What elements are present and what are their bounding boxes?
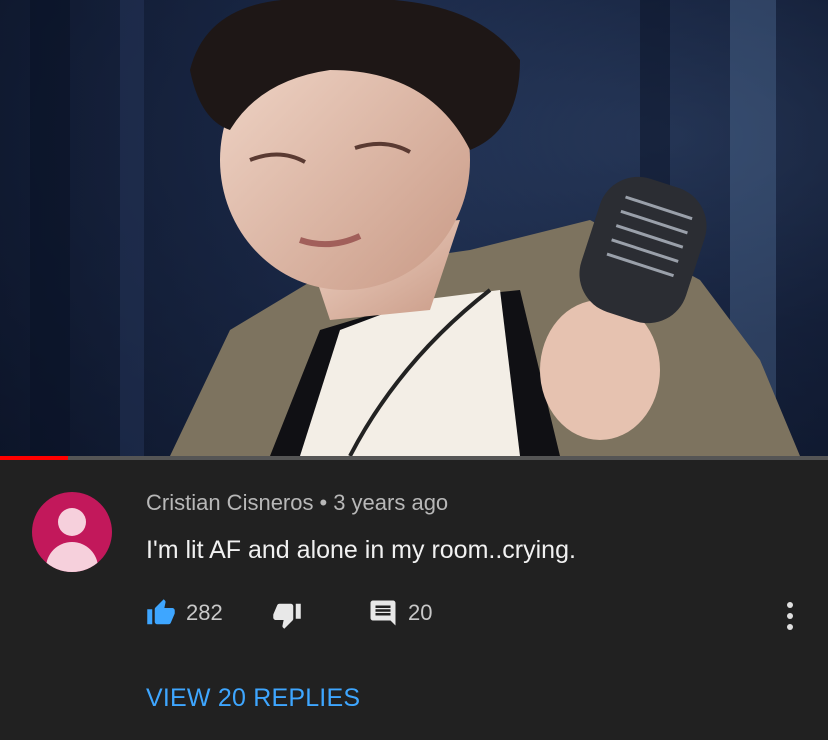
- more-vert-dot: [787, 613, 793, 619]
- comment-author[interactable]: Cristian Cisneros: [146, 490, 314, 515]
- like-count: 282: [186, 600, 223, 625]
- reply-button[interactable]: 20: [368, 598, 432, 628]
- comment-icon: [370, 600, 396, 626]
- thumbs-up-icon: [147, 599, 175, 625]
- thumbs-down-icon: [273, 603, 301, 629]
- dislike-button[interactable]: [272, 600, 302, 630]
- more-vert-icon: [787, 602, 793, 608]
- like-button[interactable]: 282: [146, 598, 223, 628]
- video-player[interactable]: [0, 0, 828, 456]
- comment: Cristian Cisneros • 3 years ago I'm lit AF…: [0, 460, 828, 740]
- avatar-head: [58, 508, 86, 536]
- more-vert-dot: [787, 624, 793, 630]
- meta-separator: •: [319, 490, 328, 515]
- avatar-body: [46, 542, 98, 572]
- comment-text: I'm lit AF and alone in my room..crying.: [146, 536, 576, 564]
- view-replies-button[interactable]: VIEW 20 REPLIES: [146, 684, 360, 713]
- video-thumbnail: [0, 0, 828, 456]
- avatar[interactable]: [32, 492, 112, 572]
- reply-count: 20: [408, 600, 433, 625]
- comment-time: 3 years ago: [333, 490, 449, 515]
- more-options-button[interactable]: [780, 600, 800, 632]
- comment-meta: Cristian Cisneros • 3 years ago: [146, 490, 448, 516]
